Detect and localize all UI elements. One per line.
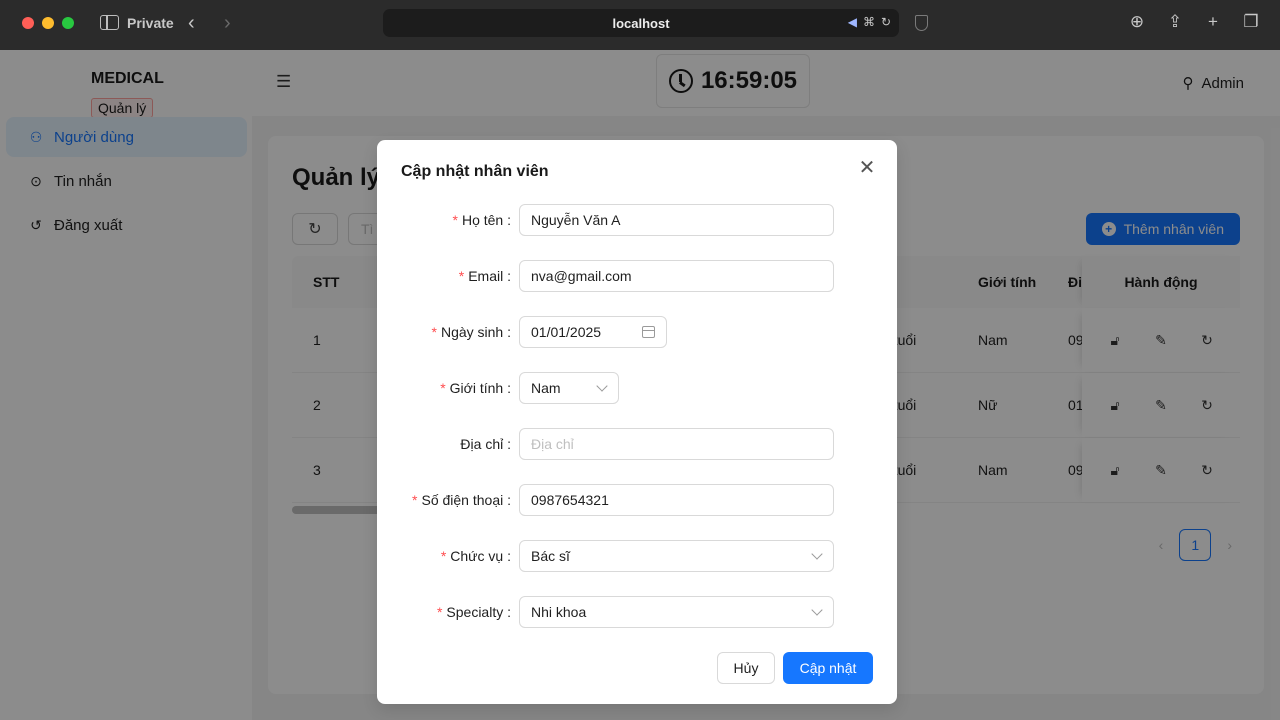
url-text: localhost xyxy=(612,16,670,31)
position-select[interactable]: Bác sĩ xyxy=(519,540,834,572)
download-icon[interactable]: ⊕ xyxy=(1128,12,1146,32)
speaker-icon[interactable]: ◀︎ xyxy=(848,15,857,29)
chevron-down-icon xyxy=(811,604,823,616)
tabs-overview-icon[interactable]: ❐ xyxy=(1242,12,1260,32)
update-button[interactable]: Cập nhật xyxy=(783,652,873,684)
required-mark: * xyxy=(440,548,447,564)
required-mark: * xyxy=(436,604,443,620)
form-row-phone: * Số điện thoại : 0987654321 xyxy=(377,484,897,516)
minimize-window-button[interactable] xyxy=(42,17,54,29)
required-mark: * xyxy=(458,268,465,284)
close-icon[interactable]: ✕ xyxy=(857,158,877,178)
form-row-gender: * Giới tính : Nam xyxy=(377,372,897,404)
field-label: * Email : xyxy=(458,268,511,284)
chevron-down-icon xyxy=(811,548,823,560)
back-icon[interactable]: ‹ xyxy=(188,13,195,33)
modal-title: Cập nhật nhân viên xyxy=(401,163,549,180)
date-value: 01/01/2025 xyxy=(531,324,602,340)
address-bar[interactable]: localhost ◀︎ ⌘ ↻ xyxy=(383,9,899,37)
browser-chrome: Private ‹ › localhost ◀︎ ⌘ ↻ ⊕ ⇪ + ❐ xyxy=(0,0,1280,50)
name-field[interactable]: Nguyễn Văn A xyxy=(519,204,834,236)
field-label: * Họ tên : xyxy=(452,212,511,228)
select-value: Nhi khoa xyxy=(531,604,587,620)
field-label: * Chức vụ : xyxy=(440,548,511,564)
required-mark: * xyxy=(431,324,437,340)
private-label: Private xyxy=(127,15,174,31)
required-mark: * xyxy=(440,380,446,396)
gender-select[interactable]: Nam xyxy=(519,372,619,404)
field-label: Địa chỉ : xyxy=(460,436,511,452)
cancel-button[interactable]: Hủy xyxy=(717,652,775,684)
phone-field[interactable]: 0987654321 xyxy=(519,484,834,516)
required-mark: * xyxy=(412,492,418,508)
required-mark: * xyxy=(452,212,458,228)
share-icon[interactable]: ⇪ xyxy=(1166,12,1184,32)
field-label: * Số điện thoại : xyxy=(412,492,511,508)
select-value: Bác sĩ xyxy=(531,548,570,564)
chevron-down-icon xyxy=(596,380,608,392)
form-row-address: Địa chỉ : Địa chỉ xyxy=(377,428,897,460)
field-label: * Giới tính : xyxy=(440,380,511,396)
email-field[interactable]: nva@gmail.com xyxy=(519,260,834,292)
form-row-position: * Chức vụ : Bác sĩ xyxy=(377,540,897,572)
field-label: * Specialty : xyxy=(436,604,511,620)
address-field[interactable]: Địa chỉ xyxy=(519,428,834,460)
update-employee-modal: Cập nhật nhân viên ✕ * Họ tên : Nguyễn Vă… xyxy=(377,140,897,704)
form-row-email: * Email : nva@gmail.com xyxy=(377,260,897,292)
shield-icon[interactable] xyxy=(915,15,928,31)
new-tab-icon[interactable]: + xyxy=(1204,12,1222,32)
specialty-select[interactable]: Nhi khoa xyxy=(519,596,834,628)
forward-icon[interactable]: › xyxy=(224,13,231,33)
translate-icon[interactable]: ⌘ xyxy=(863,15,875,29)
select-value: Nam xyxy=(531,380,561,396)
date-of-birth-picker[interactable]: 01/01/2025 xyxy=(519,316,667,348)
calendar-icon xyxy=(642,326,655,338)
reload-icon[interactable]: ↻ xyxy=(881,15,891,29)
field-label: * Ngày sinh : xyxy=(431,324,512,340)
close-window-button[interactable] xyxy=(22,17,34,29)
form-row-specialty: * Specialty : Nhi khoa xyxy=(377,596,897,628)
zoom-window-button[interactable] xyxy=(62,17,74,29)
form-row-dob: * Ngày sinh : 01/01/2025 xyxy=(377,316,897,348)
sidebar-toggle-icon[interactable] xyxy=(100,15,119,30)
form-row-name: * Họ tên : Nguyễn Văn A xyxy=(377,204,897,236)
window-controls xyxy=(22,17,74,29)
